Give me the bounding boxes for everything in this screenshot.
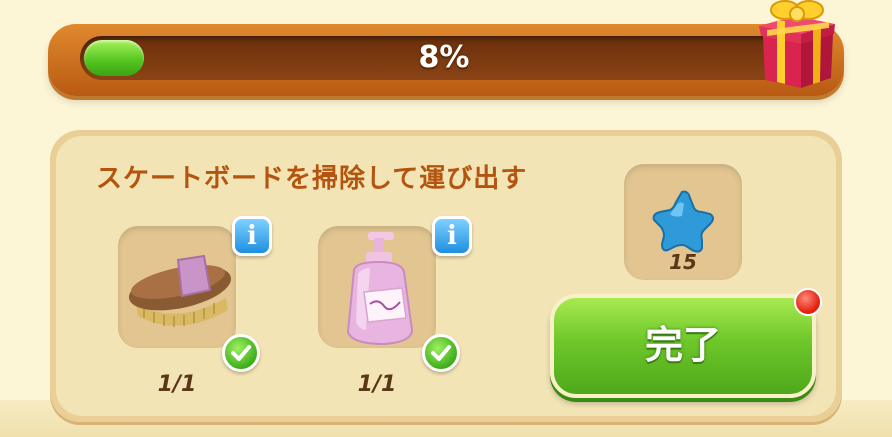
- progress-label: 8%: [418, 40, 470, 75]
- item-count: 1/1: [357, 372, 397, 397]
- task-title: スケートボードを掃除して運び出す: [96, 164, 528, 194]
- task-item-brush[interactable]: i: [118, 216, 272, 372]
- notification-dot: [794, 288, 822, 316]
- complete-button[interactable]: 完了: [550, 294, 816, 398]
- progress-track: 8%: [80, 36, 808, 80]
- gift-box-icon[interactable]: [757, 0, 837, 90]
- blue-star-icon: [652, 190, 714, 253]
- check-icon: [222, 334, 260, 372]
- task-panel: スケートボードを掃除して運び出す i 1/1 i 1/1 15 完了: [50, 130, 842, 422]
- progress-bar: 8%: [48, 24, 844, 96]
- reward-amount: 15: [669, 250, 697, 274]
- item-count: 1/1: [157, 372, 197, 397]
- task-panel-inner: スケートボードを掃除して運び出す i 1/1 i 1/1 15 完了: [56, 136, 836, 416]
- task-item-soap[interactable]: i: [318, 216, 472, 372]
- brush-icon: [128, 254, 232, 327]
- info-button[interactable]: i: [232, 216, 272, 256]
- check-icon: [422, 334, 460, 372]
- info-button[interactable]: i: [432, 216, 472, 256]
- soap-bottle-icon: [346, 232, 414, 346]
